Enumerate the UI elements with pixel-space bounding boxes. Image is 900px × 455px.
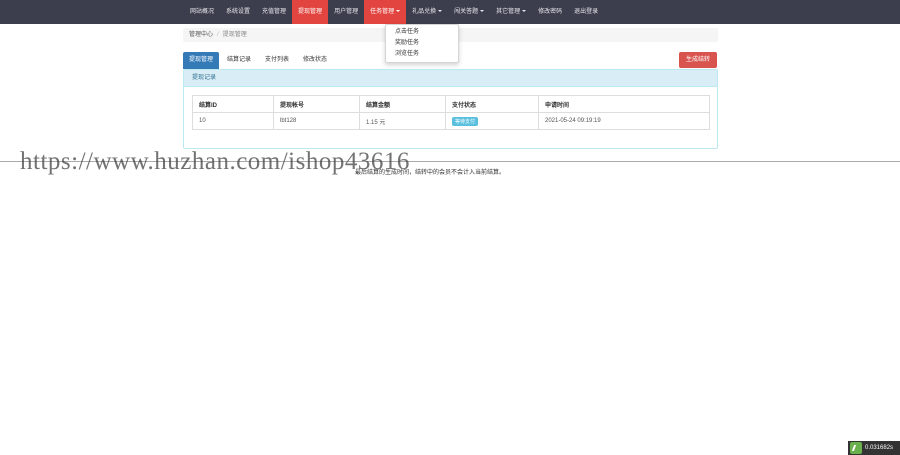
nav-item-3[interactable]: 提现管理 <box>292 0 329 24</box>
nav-item-label: 退出登录 <box>574 9 599 15</box>
caret-down-icon <box>438 10 443 12</box>
caret-down-icon <box>480 10 485 12</box>
nav-menu: 网站概况 系统设置 充值管理 提现管理 用户管理 任务管理 礼品兑换 闯关答题 其它管理 修改密码… <box>184 0 604 24</box>
column-header-account: 提现帐号 <box>273 95 360 113</box>
top-navbar: 网站概况 系统设置 充值管理 提现管理 用户管理 任务管理 礼品兑换 闯关答题 其它管理 修改密码… <box>0 0 900 24</box>
task-management-dropdown: 点击任务 奖励任务 浏览任务 <box>385 24 459 63</box>
tab-modify-status[interactable]: 修改状态 <box>297 52 333 69</box>
tab-settlement-records[interactable]: 结算记录 <box>221 52 257 69</box>
column-header-id: 结算ID <box>192 95 274 113</box>
caret-down-icon <box>396 10 401 12</box>
dropdown-item-1[interactable]: 奖励任务 <box>386 38 458 49</box>
generate-settlement-button[interactable]: 生成结转 <box>679 52 717 68</box>
cell-amount: 1.15 元 <box>359 112 446 130</box>
nav-item-8[interactable]: 其它管理 <box>490 0 532 24</box>
table-header-row: 结算ID 提现帐号 结算金额 支付状态 申请时间 <box>192 95 710 113</box>
column-header-time: 申请时间 <box>538 95 710 113</box>
cell-time: 2021-05-24 09:19:19 <box>538 112 710 130</box>
nav-item-9[interactable]: 修改密码 <box>532 0 568 24</box>
timer-badge: 0.031682s <box>848 441 900 455</box>
breadcrumb-current: 提现管理 <box>222 32 247 38</box>
nav-item-label: 用户管理 <box>334 9 359 15</box>
breadcrumb-home[interactable]: 管理中心 <box>189 32 213 38</box>
nav-item-label: 系统设置 <box>226 9 251 15</box>
nav-item-label: 修改密码 <box>538 9 563 15</box>
timer-logo-icon <box>850 442 862 454</box>
nav-item-label: 网站概况 <box>190 9 215 15</box>
footer-note: 最后结算的生成时间，结转中的会员不会计入当前结算。 <box>355 170 506 176</box>
nav-item-10[interactable]: 退出登录 <box>568 0 604 24</box>
dropdown-item-2[interactable]: 浏览任务 <box>386 49 458 60</box>
breadcrumb-separator: / <box>217 32 219 38</box>
tab-bar: 提现管理 结算记录 支付列表 修改状态 <box>183 52 335 69</box>
nav-item-label: 闯关答题 <box>454 9 479 15</box>
caret-down-icon <box>522 10 527 12</box>
dropdown-item-0[interactable]: 点击任务 <box>386 27 458 38</box>
column-header-amount: 结算金额 <box>359 95 446 113</box>
nav-item-1[interactable]: 系统设置 <box>220 0 256 24</box>
cell-id: 10 <box>192 112 274 130</box>
cell-account: lbt128 <box>273 112 360 130</box>
timer-value: 0.031682s <box>865 445 894 451</box>
nav-item-label: 提现管理 <box>298 9 323 15</box>
column-header-status: 支付状态 <box>445 95 539 113</box>
panel-title: 提现记录 <box>184 70 717 87</box>
nav-item-5[interactable]: 任务管理 <box>364 0 407 24</box>
table-row: 10 lbt128 1.15 元 等待支付 2021-05-24 09:19:1… <box>192 112 710 130</box>
nav-item-label: 礼品兑换 <box>412 9 437 15</box>
watermark-text: https://www.huzhan.com/ishop43616 <box>20 148 410 175</box>
cell-status: 等待支付 <box>445 112 539 130</box>
nav-item-label: 其它管理 <box>496 9 521 15</box>
nav-item-0[interactable]: 网站概况 <box>184 0 220 24</box>
records-table: 结算ID 提现帐号 结算金额 支付状态 申请时间 10 lbt128 1.15 … <box>192 95 710 130</box>
nav-item-4[interactable]: 用户管理 <box>328 0 364 24</box>
nav-item-7[interactable]: 闯关答题 <box>448 0 490 24</box>
tab-withdraw-manage[interactable]: 提现管理 <box>183 52 220 69</box>
nav-item-6[interactable]: 礼品兑换 <box>406 0 448 24</box>
nav-item-label: 任务管理 <box>370 9 395 15</box>
withdraw-records-panel: 提现记录 结算ID 提现帐号 结算金额 支付状态 申请时间 10 lbt128 … <box>183 69 718 149</box>
tab-payment-list[interactable]: 支付列表 <box>259 52 295 69</box>
nav-item-2[interactable]: 充值管理 <box>256 0 292 24</box>
status-badge: 等待支付 <box>452 116 479 126</box>
nav-item-label: 充值管理 <box>262 9 287 15</box>
